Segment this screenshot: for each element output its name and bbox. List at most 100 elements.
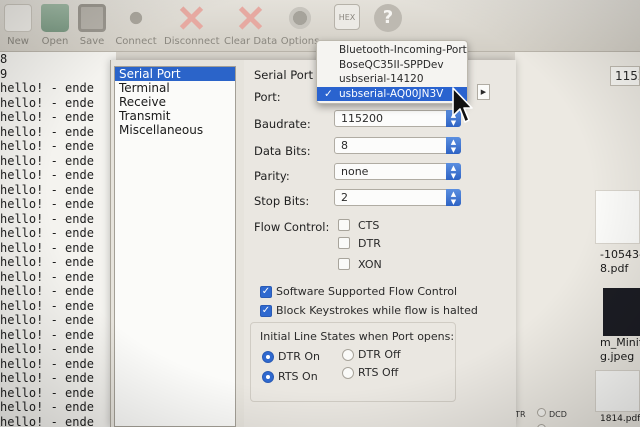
port-option[interactable]: Bluetooth-Incoming-Port — [317, 43, 467, 58]
image-file-thumbnail[interactable] — [603, 288, 640, 336]
port-option[interactable]: usbserial-14120 — [317, 72, 467, 87]
terminal-line: hello! - ende — [0, 313, 94, 327]
pdf-file-thumbnail[interactable] — [595, 190, 640, 244]
stop-bits-value: 2 — [341, 191, 348, 204]
terminal-line: hello! - ende — [0, 269, 94, 284]
mouse-pointer-icon — [452, 87, 473, 123]
disconnect-button[interactable]: Disconnect — [164, 4, 220, 47]
gear-icon — [286, 4, 314, 32]
block-keystrokes-label: Block Keystrokes while flow is halted — [276, 304, 478, 317]
clear-data-label: Clear Data — [224, 36, 278, 47]
checkmark-icon: ✓ — [324, 87, 333, 100]
terminal-line: hello! - ende — [0, 371, 94, 385]
terminal-line: hello! - ende — [0, 298, 94, 313]
port-option-selected[interactable]: ✓ usbserial-AQ00JN3V — [317, 86, 467, 101]
parity-value: none — [341, 165, 369, 178]
category-serial-port[interactable]: Serial Port — [115, 67, 235, 81]
new-document-icon — [4, 4, 32, 32]
category-receive[interactable]: Receive — [115, 95, 235, 109]
data-bits-value: 8 — [341, 139, 348, 152]
baudrate-select[interactable]: 115200 ▲▼ — [334, 110, 461, 127]
terminal-line: hello! - ende — [0, 240, 94, 255]
parity-label: Parity: — [254, 169, 290, 183]
terminal-line: hello! - ende — [0, 385, 94, 400]
block-keystrokes-checkbox[interactable]: ✓ — [260, 305, 272, 317]
folder-icon — [41, 4, 69, 32]
hex-icon: HEX — [334, 4, 360, 30]
xon-label: XON — [358, 258, 382, 271]
terminal-line: hello! - ende — [0, 95, 94, 110]
dtr-checkbox[interactable] — [338, 237, 350, 249]
options-label: Options — [280, 36, 320, 47]
rts-on-label: RTS On — [278, 370, 318, 383]
panel-title: Serial Port O — [254, 68, 326, 82]
dtr-on-label: DTR On — [278, 350, 320, 363]
connect-button[interactable]: Connect — [114, 4, 158, 47]
file-name[interactable]: m_Miniflü — [600, 336, 640, 349]
clear-data-button[interactable]: Clear Data — [224, 4, 278, 47]
data-bits-select[interactable]: 8 ▲ ▼ — [334, 137, 461, 154]
cts-label: CTS — [358, 219, 380, 232]
cts-checkbox[interactable] — [338, 219, 350, 231]
terminal-line: hello! - ende — [0, 284, 94, 298]
port-option[interactable]: BoseQC35II-SPPDev — [317, 58, 467, 73]
dtr-off-radio[interactable] — [342, 349, 354, 361]
baudrate-value: 115200 — [341, 112, 383, 125]
terminal-output[interactable]: 8 9 hello! - ende hello! - ende hello! -… — [0, 52, 116, 427]
connect-label: Connect — [115, 36, 157, 47]
background-window: 1152 -10543-7 8.pdf m_Miniflü g.jpeg 181… — [509, 52, 640, 427]
save-button[interactable]: Save — [78, 4, 106, 47]
parity-select[interactable]: none ▲ ▼ — [334, 163, 461, 180]
file-name[interactable]: 8.pdf — [600, 262, 628, 275]
rts-on-radio[interactable] — [262, 371, 274, 383]
selected-port-label: usbserial-AQ00JN3V — [339, 87, 444, 100]
disconnect-label: Disconnect — [164, 36, 220, 47]
hex-button[interactable]: HEX — [334, 4, 360, 34]
software-flow-label: Software Supported Flow Control — [276, 285, 458, 298]
terminal-line: hello! - ende — [0, 226, 94, 240]
rts-off-radio[interactable] — [342, 367, 354, 379]
software-flow-checkbox[interactable]: ✓ — [260, 286, 272, 298]
terminal-line: hello! - ende — [0, 110, 94, 124]
open-button[interactable]: Open — [40, 4, 70, 47]
data-bits-label: Data Bits: — [254, 144, 311, 158]
disconnect-x-icon — [177, 4, 205, 32]
stop-bits-select[interactable]: 2 ▲ ▼ — [334, 189, 461, 206]
terminal-line: hello! - ende — [0, 81, 94, 95]
dcd-indicator — [537, 408, 546, 417]
port-label: Port: — [254, 90, 281, 104]
initial-line-states-label: Initial Line States when Port opens: — [260, 330, 455, 343]
dtr-on-radio[interactable] — [262, 351, 274, 363]
file-name[interactable]: 1814.pdf — [600, 414, 640, 424]
terminal-line: hello! - ende — [0, 255, 94, 269]
category-miscellaneous[interactable]: Miscellaneous — [115, 123, 235, 137]
pdf-file-thumbnail[interactable] — [595, 370, 640, 412]
port-dropdown-menu: Bluetooth-Incoming-Port BoseQC35II-SPPDe… — [316, 40, 468, 104]
terminal-line: hello! - ende — [0, 182, 94, 197]
terminal-line: hello! - ende — [0, 342, 94, 356]
submenu-arrow-icon[interactable]: ▶ — [477, 84, 490, 100]
file-name[interactable]: -10543-7 — [600, 248, 640, 261]
dtr-label: DTR — [358, 237, 381, 250]
stepper-arrows-icon: ▲▼ — [446, 163, 461, 180]
category-terminal[interactable]: Terminal — [115, 81, 235, 95]
terminal-line: hello! - ende — [0, 153, 94, 168]
terminal-line: hello! - ende — [0, 197, 94, 211]
xon-checkbox[interactable] — [338, 258, 350, 270]
options-button[interactable]: Options — [280, 4, 320, 47]
new-button[interactable]: New — [4, 4, 32, 47]
file-name[interactable]: g.jpeg — [600, 350, 634, 363]
serial-port-panel: Serial Port O Port: Baudrate: 115200 ▲▼ … — [244, 60, 516, 427]
terminal-line: hello! - ende — [0, 400, 94, 414]
flow-control-label: Flow Control: — [254, 220, 330, 234]
terminal-line: 8 — [0, 52, 8, 66]
category-transmit[interactable]: Transmit — [115, 109, 235, 123]
help-icon: ? — [374, 4, 402, 32]
help-button[interactable]: ? — [374, 4, 402, 36]
terminal-line: hello! - ende — [0, 139, 94, 153]
terminal-line: 9 — [0, 66, 8, 81]
stepper-arrows-icon: ▲▼ — [446, 189, 461, 206]
rts-off-label: RTS Off — [358, 366, 399, 379]
terminal-line: hello! - ende — [0, 356, 94, 371]
new-label: New — [7, 36, 29, 47]
